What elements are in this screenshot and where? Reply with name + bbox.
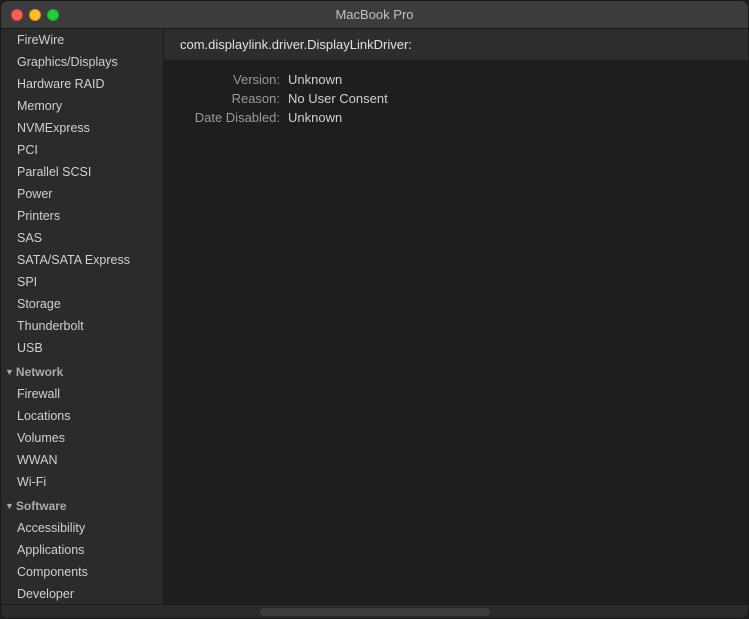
detail-row-reason: Reason: No User Consent xyxy=(180,91,732,106)
sidebar-item-wwan[interactable]: WWAN xyxy=(1,449,163,471)
sidebar-item-firewire[interactable]: FireWire xyxy=(1,29,163,51)
detail-header: com.displaylink.driver.DisplayLinkDriver… xyxy=(164,29,748,60)
network-category-label: Network xyxy=(16,363,63,381)
sidebar-item-printers[interactable]: Printers xyxy=(1,205,163,227)
traffic-lights xyxy=(11,9,59,21)
detail-header-title: com.displaylink.driver.DisplayLinkDriver… xyxy=(180,37,412,52)
sidebar-item-usb[interactable]: USB xyxy=(1,337,163,359)
sidebar-item-applications[interactable]: Applications xyxy=(1,539,163,561)
sidebar-item-developer[interactable]: Developer xyxy=(1,583,163,604)
detail-pane: com.displaylink.driver.DisplayLinkDriver… xyxy=(164,29,748,604)
sidebar-item-pci[interactable]: PCI xyxy=(1,139,163,161)
sidebar-item-memory[interactable]: Memory xyxy=(1,95,163,117)
sidebar-item-graphics-displays[interactable]: Graphics/Displays xyxy=(1,51,163,73)
sidebar-item-storage[interactable]: Storage xyxy=(1,293,163,315)
horizontal-scrollbar[interactable] xyxy=(260,608,490,616)
window-title: MacBook Pro xyxy=(335,7,413,22)
sidebar-item-thunderbolt[interactable]: Thunderbolt xyxy=(1,315,163,337)
sidebar-item-sata[interactable]: SATA/SATA Express xyxy=(1,249,163,271)
reason-value: No User Consent xyxy=(288,91,388,106)
sidebar-item-firewall[interactable]: Firewall xyxy=(1,383,163,405)
date-disabled-value: Unknown xyxy=(288,110,342,125)
detail-row-date-disabled: Date Disabled: Unknown xyxy=(180,110,732,125)
date-disabled-label: Date Disabled: xyxy=(180,110,280,125)
minimize-button[interactable] xyxy=(29,9,41,21)
category-software[interactable]: ▼ Software xyxy=(1,493,163,517)
reason-label: Reason: xyxy=(180,91,280,106)
sidebar-item-components[interactable]: Components xyxy=(1,561,163,583)
sidebar-item-sas[interactable]: SAS xyxy=(1,227,163,249)
sidebar-item-hardware-raid[interactable]: Hardware RAID xyxy=(1,73,163,95)
sidebar-item-wi-fi[interactable]: Wi-Fi xyxy=(1,471,163,493)
sidebar[interactable]: FireWire Graphics/Displays Hardware RAID… xyxy=(1,29,164,604)
detail-fields: Version: Unknown Reason: No User Consent… xyxy=(164,68,748,133)
bottom-bar xyxy=(1,604,748,618)
maximize-button[interactable] xyxy=(47,9,59,21)
version-label: Version: xyxy=(180,72,280,87)
category-network[interactable]: ▼ Network xyxy=(1,359,163,383)
close-button[interactable] xyxy=(11,9,23,21)
sidebar-item-volumes[interactable]: Volumes xyxy=(1,427,163,449)
sidebar-item-locations[interactable]: Locations xyxy=(1,405,163,427)
sidebar-item-nvmexpress[interactable]: NVMExpress xyxy=(1,117,163,139)
software-category-label: Software xyxy=(16,497,67,515)
sidebar-item-accessibility[interactable]: Accessibility xyxy=(1,517,163,539)
sidebar-item-spi[interactable]: SPI xyxy=(1,271,163,293)
detail-row-version: Version: Unknown xyxy=(180,72,732,87)
main-content: FireWire Graphics/Displays Hardware RAID… xyxy=(1,29,748,604)
version-value: Unknown xyxy=(288,72,342,87)
sidebar-item-parallel-scsi[interactable]: Parallel SCSI xyxy=(1,161,163,183)
title-bar: MacBook Pro xyxy=(1,1,748,29)
sidebar-item-power[interactable]: Power xyxy=(1,183,163,205)
network-arrow: ▼ xyxy=(5,363,14,381)
main-window: MacBook Pro FireWire Graphics/Displays H… xyxy=(0,0,749,619)
software-arrow: ▼ xyxy=(5,497,14,515)
